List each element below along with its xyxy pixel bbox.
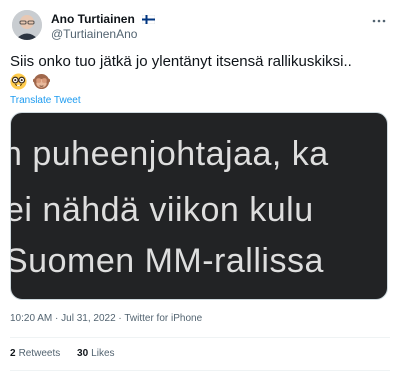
display-name[interactable]: Ano Turtiainen	[51, 12, 135, 26]
media-text-line: Suomen MM-rallissa	[10, 242, 324, 280]
see-no-evil-monkey-icon	[33, 73, 51, 90]
tweet-media-image[interactable]: n puheenjohtajaa, ka ei nähdä viikon kul…	[10, 112, 388, 300]
nerd-face-icon	[10, 73, 27, 90]
tweet-timestamp[interactable]: 10:20 AM · Jul 31, 2022 · Twitter for iP…	[10, 313, 202, 324]
media-text-line: n puheenjohtajaa, ka	[10, 135, 329, 173]
tweet-text: Siis onko tuo jätkä jo ylentänyt itsensä…	[10, 53, 352, 70]
avatar[interactable]	[12, 10, 42, 40]
likes-stat[interactable]: 30 Likes	[77, 348, 114, 359]
finland-flag-icon	[141, 12, 156, 27]
more-options-icon[interactable]	[370, 12, 388, 30]
retweets-stat[interactable]: 2 Retweets	[10, 348, 60, 359]
emoji-row	[10, 73, 52, 91]
translate-tweet-link[interactable]: Translate Tweet	[10, 95, 81, 106]
retweets-label: Retweets	[18, 348, 61, 359]
divider	[10, 370, 390, 371]
likes-count: 30	[77, 348, 89, 359]
handle[interactable]: @TurtiainenAno	[51, 27, 155, 42]
engagement-stats: 2 Retweets 30 Likes	[10, 348, 129, 359]
tweet: Ano Turtiainen @TurtiainenAno Siis onko …	[0, 0, 400, 374]
retweets-count: 2	[10, 348, 16, 359]
likes-label: Likes	[91, 348, 115, 359]
author-info: Ano Turtiainen @TurtiainenAno	[51, 11, 156, 42]
media-text-line: ei nähdä viikon kulu	[10, 191, 314, 229]
divider	[10, 337, 390, 338]
